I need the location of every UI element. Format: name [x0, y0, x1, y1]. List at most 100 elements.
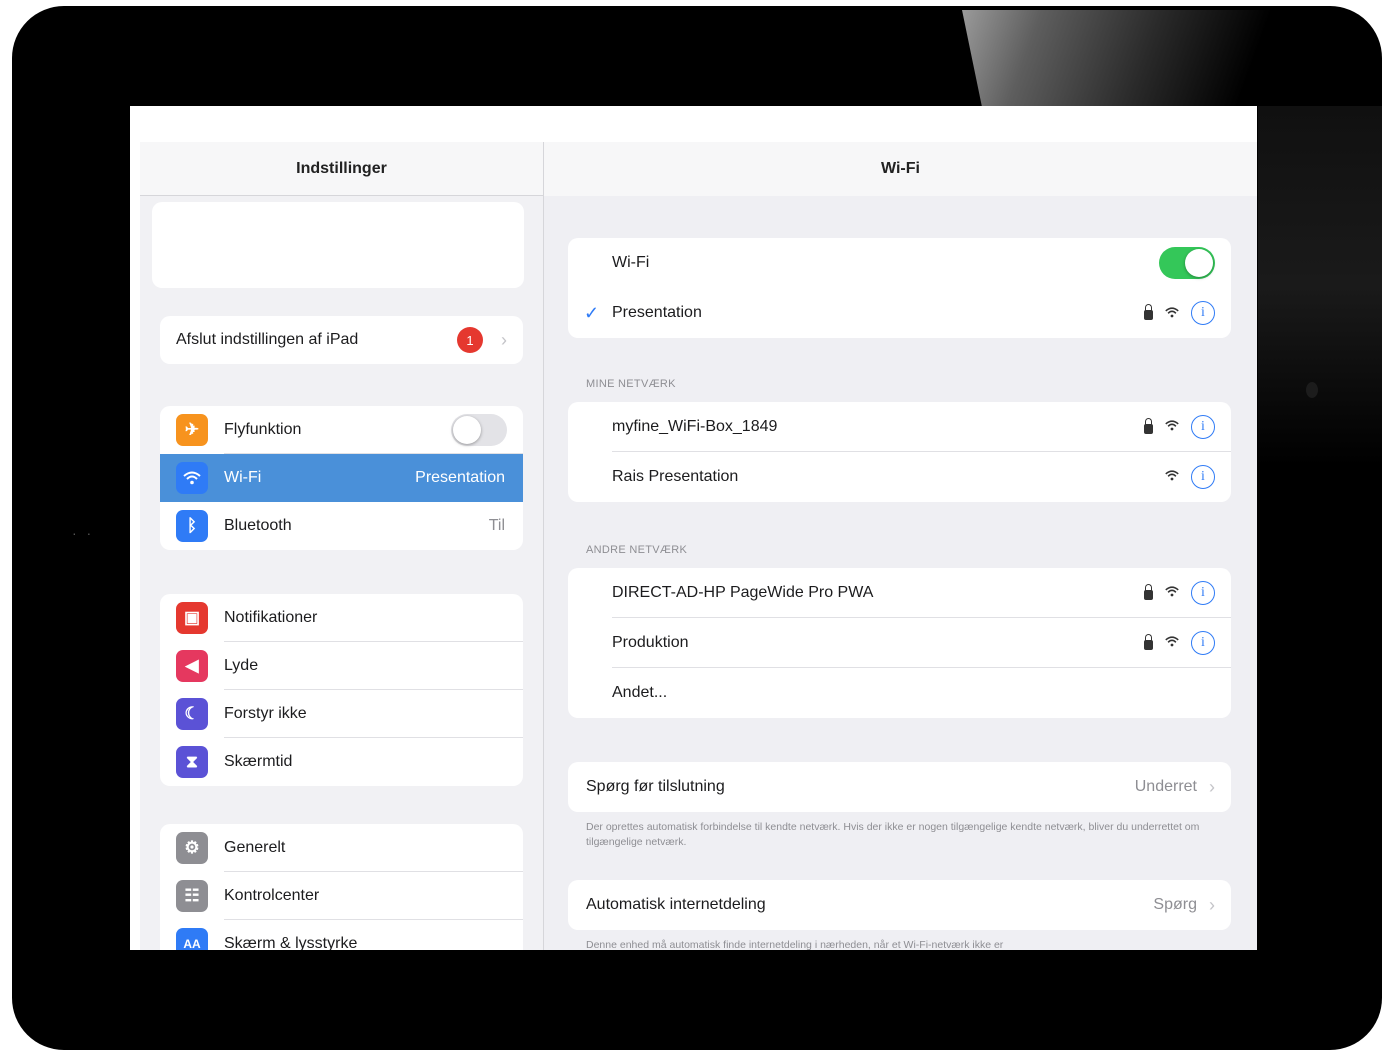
sidebar-item-control-center[interactable]: ☷ Kontrolcenter [160, 872, 523, 920]
wifi-toggle[interactable] [1159, 247, 1215, 279]
sidebar-item-label: Forstyr ikke [224, 705, 307, 722]
network-row[interactable]: Produktion i [568, 618, 1231, 668]
sidebar-header: Indstillinger [140, 142, 543, 196]
wifi-detail-pane: Wi-Fi Wi-Fi ✓ Presentation i MINE NETVÆR… [543, 142, 1257, 950]
sounds-icon: ◀ [176, 650, 208, 682]
chevron-right-icon: › [1209, 894, 1215, 915]
general-group: ⚙ Generelt ☷ Kontrolcenter AA Skærm & ly… [160, 824, 523, 950]
network-name: Produktion [612, 634, 689, 651]
finish-setup-label: Afslut indstillingen af iPad [176, 331, 359, 348]
sidebar-item-general[interactable]: ⚙ Generelt [160, 824, 523, 872]
sidebar-item-bluetooth[interactable]: ᛒ Bluetooth Til [160, 502, 523, 550]
wifi-toggle-row: Wi-Fi [568, 238, 1231, 288]
bluetooth-value: Til [488, 517, 505, 534]
sidebar-item-label: Notifikationer [224, 609, 318, 626]
ask-to-join-note: Der oprettes automatisk forbindelse til … [586, 821, 1200, 848]
auto-hotspot-group: Automatisk internetdeling Spørg › [568, 880, 1231, 930]
settings-sidebar: Indstillinger Afslut indstillingen af iP… [140, 142, 543, 950]
connectivity-group: ✈ Flyfunktion Wi-Fi Presentation ᛒ Bluet… [160, 406, 523, 550]
network-row[interactable]: Rais Presentation i [568, 452, 1231, 502]
sidebar-item-label: Bluetooth [224, 517, 292, 534]
wifi-toggle-label: Wi-Fi [612, 254, 650, 271]
ask-to-join-label: Spørg før tilslutning [586, 778, 725, 795]
ask-to-join-group: Spørg før tilslutning Underret › [568, 762, 1231, 812]
ask-to-join-value: Underret [1134, 778, 1197, 795]
sensor-dots: · · [72, 525, 95, 541]
screen-reflection [1258, 106, 1382, 466]
other-networks-heading: ANDRE NETVÆRK [586, 544, 688, 556]
my-networks-heading: MINE NETVÆRK [586, 378, 676, 390]
network-name: myfine_WiFi-Box_1849 [612, 418, 778, 435]
network-row[interactable]: DIRECT-AD-HP PageWide Pro PWA i [568, 568, 1231, 618]
checkmark-icon: ✓ [584, 302, 600, 323]
sidebar-item-label: Skærm & lysstyrke [224, 935, 358, 950]
ipad-screen: Indstillinger Afslut indstillingen af iP… [130, 106, 1257, 950]
auto-hotspot-row[interactable]: Automatisk internetdeling Spørg › [568, 880, 1231, 930]
bluetooth-icon: ᛒ [176, 510, 208, 542]
chevron-right-icon: › [501, 329, 507, 350]
info-icon[interactable]: i [1191, 631, 1215, 655]
my-networks-group: myfine_WiFi-Box_1849 i Rais Presentation [568, 402, 1231, 502]
airplane-icon: ✈ [176, 414, 208, 446]
sidebar-item-label: Lyde [224, 657, 259, 674]
connected-network-row[interactable]: ✓ Presentation i [568, 288, 1231, 338]
auto-hotspot-label: Automatisk internetdeling [586, 896, 766, 913]
auto-hotspot-value: Spørg [1153, 896, 1197, 913]
sidebar-title: Indstillinger [296, 159, 387, 177]
notification-badge: 1 [457, 327, 483, 353]
wifi-icon [176, 462, 208, 494]
auto-hotspot-note: Denne enhed må automatisk finde internet… [586, 939, 1004, 950]
wifi-signal-icon [1165, 584, 1179, 602]
info-icon[interactable]: i [1191, 581, 1215, 605]
info-icon[interactable]: i [1191, 465, 1215, 489]
sidebar-item-wifi[interactable]: Wi-Fi Presentation [160, 454, 523, 502]
wifi-signal-icon [1165, 305, 1179, 321]
lock-icon [1144, 634, 1153, 650]
network-row[interactable]: myfine_WiFi-Box_1849 i [568, 402, 1231, 452]
wifi-main-group: Wi-Fi ✓ Presentation i [568, 238, 1231, 338]
sidebar-item-sounds[interactable]: ◀ Lyde [160, 642, 523, 690]
ask-to-join-row[interactable]: Spørg før tilslutning Underret › [568, 762, 1231, 812]
other-networks-group: DIRECT-AD-HP PageWide Pro PWA i Produkti… [568, 568, 1231, 718]
display-icon: AA [176, 928, 208, 950]
sidebar-item-do-not-disturb[interactable]: ☾ Forstyr ikke [160, 690, 523, 738]
notifications-icon: ▣ [176, 602, 208, 634]
network-name: Rais Presentation [612, 468, 739, 485]
wifi-network-value: Presentation [415, 469, 505, 486]
hourglass-icon: ⧗ [176, 746, 208, 778]
airplane-toggle[interactable] [451, 414, 507, 446]
profile-card[interactable] [152, 202, 524, 288]
setup-group: Afslut indstillingen af iPad 1 › [160, 316, 523, 364]
gear-icon: ⚙ [176, 832, 208, 864]
wifi-signal-icon [1165, 634, 1179, 652]
lock-icon [1144, 304, 1153, 320]
info-icon[interactable]: i [1191, 301, 1215, 325]
lock-icon [1144, 584, 1153, 600]
chevron-right-icon: › [1209, 776, 1215, 797]
lock-icon [1144, 418, 1153, 434]
wifi-signal-icon [1165, 418, 1179, 436]
sidebar-item-airplane[interactable]: ✈ Flyfunktion [160, 406, 523, 454]
sidebar-item-label: Kontrolcenter [224, 887, 320, 904]
detail-header: Wi-Fi [544, 142, 1257, 196]
other-network-row[interactable]: Andet... [568, 668, 1231, 718]
wifi-signal-icon [1165, 468, 1179, 486]
sidebar-item-label: Generelt [224, 839, 286, 856]
page-title: Wi-Fi [881, 160, 920, 177]
network-name: Presentation [612, 304, 702, 321]
sidebar-item-label: Wi-Fi [224, 469, 262, 486]
sidebar-item-display[interactable]: AA Skærm & lysstyrke [160, 920, 523, 950]
screen-glare [962, 10, 1292, 106]
network-name: DIRECT-AD-HP PageWide Pro PWA [612, 584, 874, 601]
notifications-group: ▣ Notifikationer ◀ Lyde ☾ Forstyr ikke ⧗… [160, 594, 523, 786]
ipad-frame: · · Indstillinger Afslut indstillingen a… [12, 6, 1382, 1050]
info-icon[interactable]: i [1191, 415, 1215, 439]
camera-icon [1306, 382, 1318, 398]
sidebar-item-notifications[interactable]: ▣ Notifikationer [160, 594, 523, 642]
moon-icon: ☾ [176, 698, 208, 730]
finish-setup-row[interactable]: Afslut indstillingen af iPad 1 › [160, 316, 523, 364]
sidebar-item-label: Skærmtid [224, 753, 293, 770]
other-network-label: Andet... [612, 684, 668, 701]
sidebar-item-screen-time[interactable]: ⧗ Skærmtid [160, 738, 523, 786]
control-center-icon: ☷ [176, 880, 208, 912]
